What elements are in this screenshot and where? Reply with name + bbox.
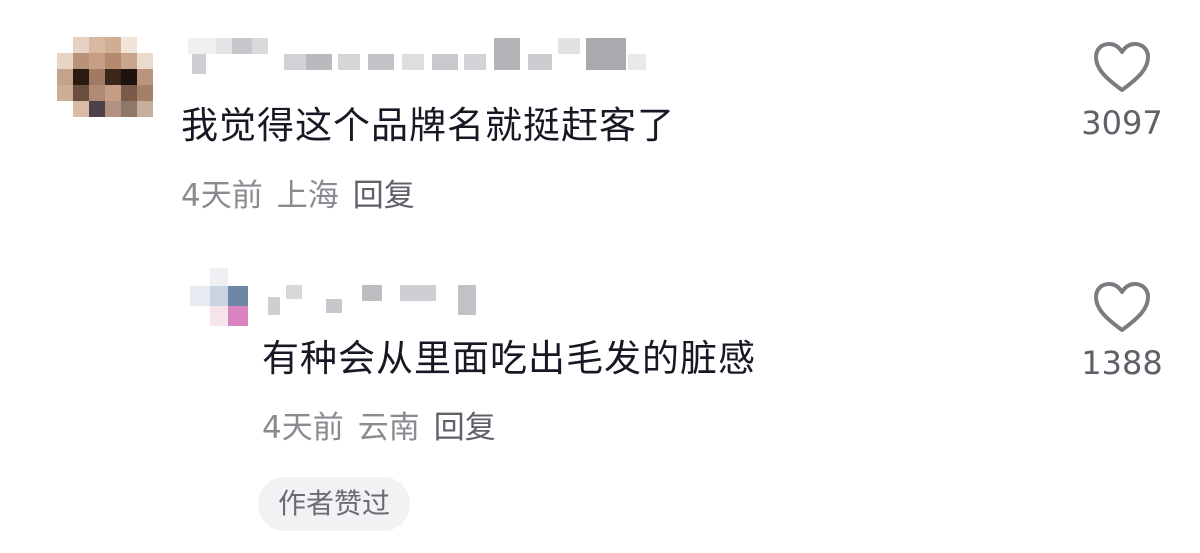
- avatar[interactable]: [190, 268, 248, 328]
- comment-text: 有种会从里面吃出毛发的脏感: [262, 337, 756, 380]
- comment-meta: 4天前 上海 回复: [181, 177, 415, 215]
- like-button[interactable]: 1388: [1077, 280, 1167, 382]
- like-count: 3097: [1081, 104, 1163, 142]
- heart-outline-icon: [1094, 42, 1150, 92]
- like-button[interactable]: 3097: [1077, 40, 1167, 142]
- comment-thread: 我觉得这个品牌名就挺赶客了 4天前 上海 回复 3097 有种会从里面吃出毛发的脏感…: [0, 0, 1200, 553]
- comment-time: 4天前: [262, 410, 344, 446]
- reply-button[interactable]: 回复: [353, 178, 415, 214]
- username[interactable]: [262, 283, 482, 319]
- comment-location: 上海: [276, 178, 339, 214]
- avatar[interactable]: [57, 37, 153, 133]
- comment-location: 云南: [357, 410, 420, 446]
- comment-text: 我觉得这个品牌名就挺赶客了: [181, 104, 675, 147]
- like-count: 1388: [1081, 344, 1163, 382]
- heart-outline-icon: [1094, 282, 1150, 332]
- comment-meta: 4天前 云南 回复: [262, 409, 496, 447]
- author-liked-badge: 作者赞过: [258, 477, 411, 531]
- username[interactable]: [188, 36, 648, 76]
- reply-button[interactable]: 回复: [434, 410, 496, 446]
- comment-time: 4天前: [181, 178, 263, 214]
